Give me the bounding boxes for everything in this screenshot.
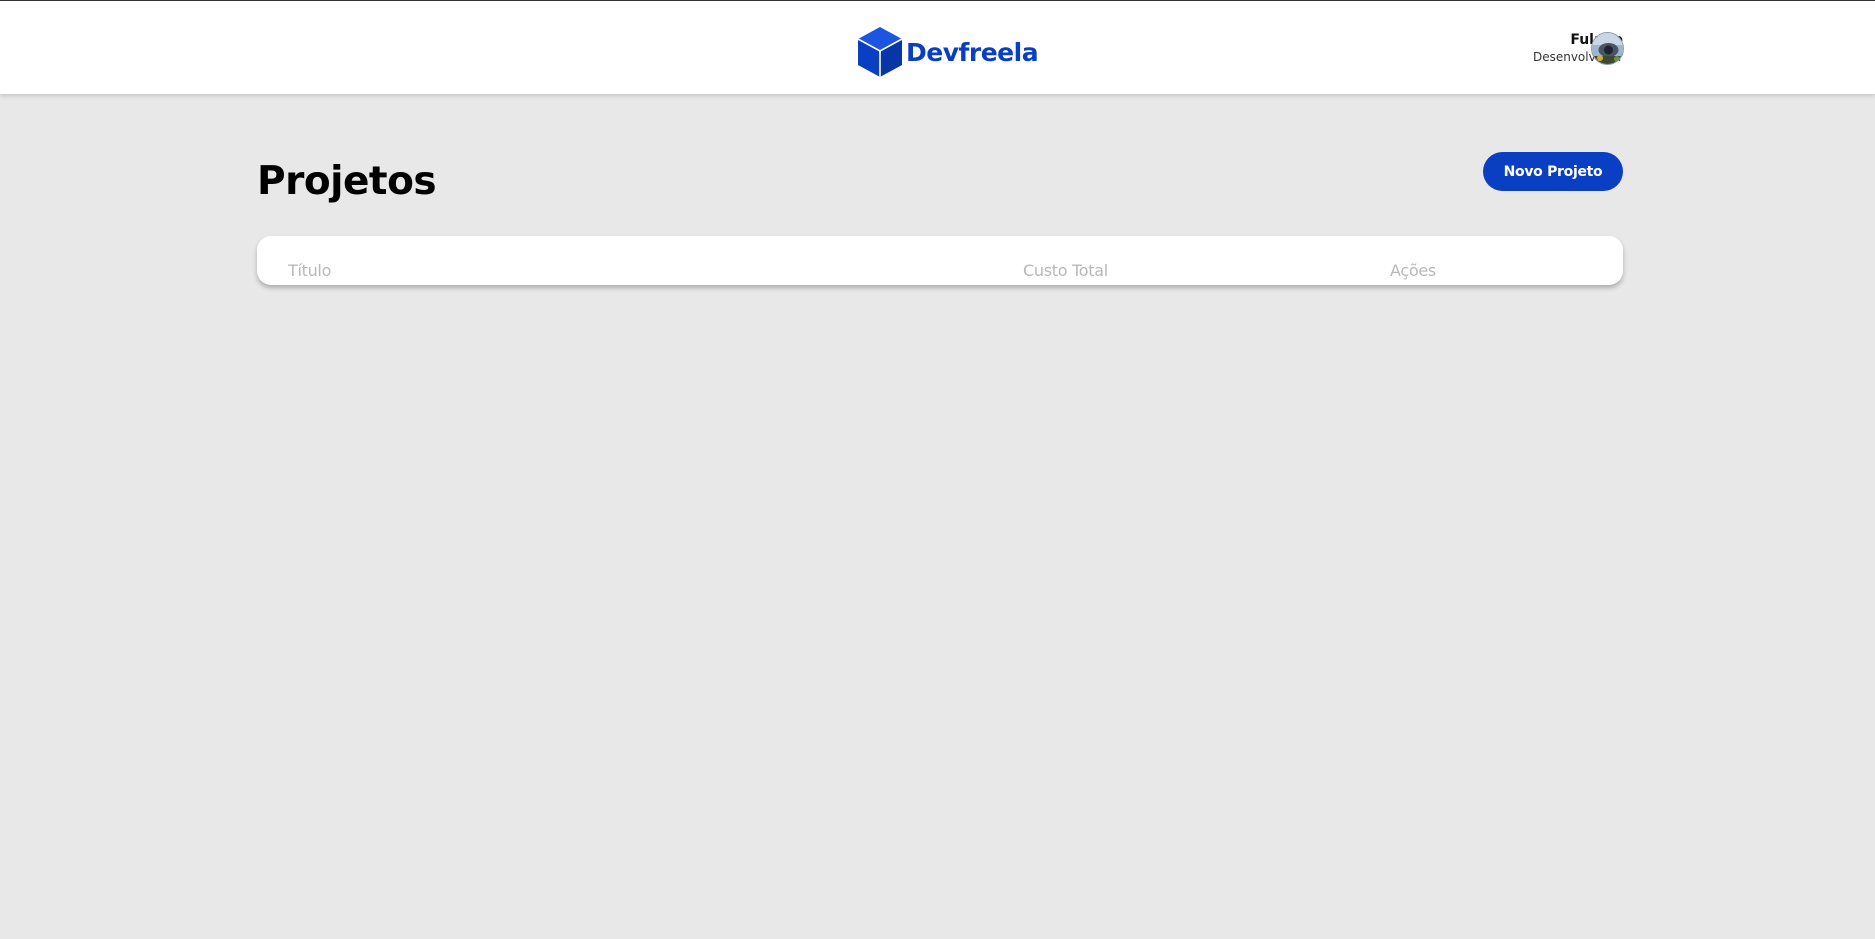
avatar[interactable] <box>1591 32 1624 65</box>
brand-logo[interactable]: Devfreela <box>857 26 1039 78</box>
brand-name: Devfreela <box>906 37 1039 67</box>
top-bar: Devfreela Fulano Desenvolvedor <box>0 0 1875 94</box>
column-header-title[interactable]: Título <box>288 261 331 280</box>
column-header-actions[interactable]: Ações <box>1390 261 1436 280</box>
new-project-button[interactable]: Novo Projeto <box>1483 152 1623 191</box>
cube-icon <box>857 27 903 77</box>
projects-table: Título Custo Total Ações <box>257 236 1623 285</box>
column-header-total-cost[interactable]: Custo Total <box>1023 261 1108 280</box>
page-title: Projetos <box>257 159 437 204</box>
